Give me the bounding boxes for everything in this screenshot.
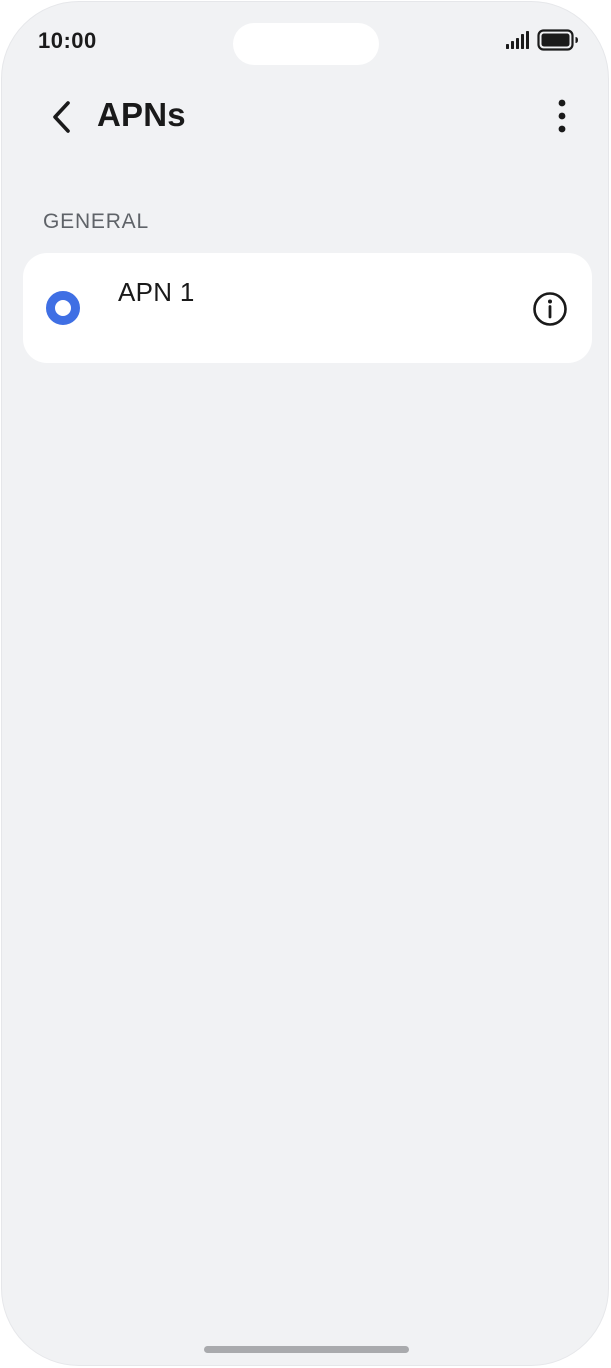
home-indicator[interactable] [204,1346,409,1353]
phone-screen: 10:00 APNs GENERAL APN 1 [1,1,609,1366]
section-header-general: GENERAL [43,210,149,233]
more-vertical-icon [558,99,566,133]
apn-list-item[interactable]: APN 1 [23,253,592,363]
dynamic-island [233,23,379,65]
status-time: 10:00 [38,28,97,53]
cellular-signal-icon [506,31,529,49]
apn-info-button[interactable] [531,290,569,328]
apn-name: APN 1 [118,277,195,307]
page-title: APNs [97,96,186,133]
more-options-button[interactable] [542,94,582,138]
info-icon [533,292,567,326]
back-button[interactable] [40,92,84,142]
apn-radio-button[interactable] [46,291,80,325]
chevron-left-icon [53,101,70,133]
battery-full-icon [537,29,578,51]
